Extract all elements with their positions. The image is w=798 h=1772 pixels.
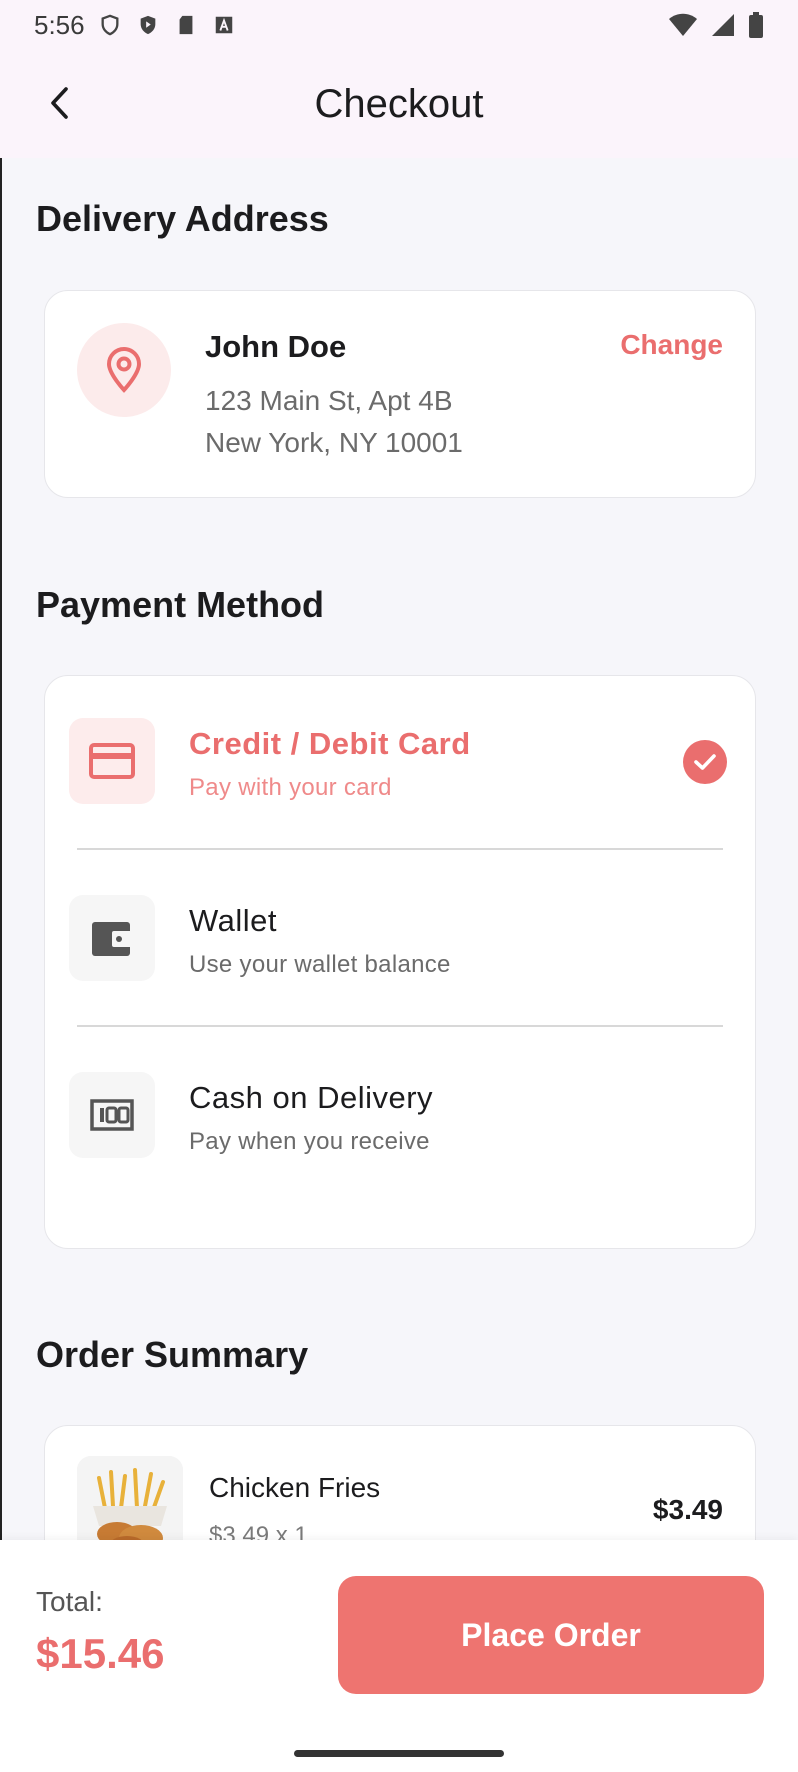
app-bar: Checkout [0, 50, 798, 158]
payment-option-card[interactable]: Credit / Debit Card Pay with your card [69, 698, 731, 818]
payment-option-cash[interactable]: Cash on Delivery Pay when you receive [69, 1052, 731, 1172]
signal-icon [712, 14, 734, 36]
selected-check-icon [683, 740, 727, 784]
payment-option-subtitle: Use your wallet balance [189, 951, 451, 978]
location-pin-icon [77, 323, 171, 417]
checkout-bottom-bar: Total: $15.46 Place Order [0, 1540, 798, 1772]
address-line-2: New York, NY 10001 [205, 427, 463, 458]
battery-icon [749, 12, 763, 38]
payment-option-subtitle: Pay with your card [189, 774, 392, 801]
recipient-name: John Doe [205, 329, 347, 364]
cash-icon [69, 1072, 155, 1158]
payment-option-subtitle: Pay when you receive [189, 1128, 430, 1155]
payment-method-title: Payment Method [36, 584, 325, 625]
wallet-icon [69, 895, 155, 981]
address-line-1: 123 Main St, Apt 4B [205, 385, 453, 416]
payment-option-title: Cash on Delivery [189, 1080, 434, 1115]
payment-option-title: Credit / Debit Card [189, 726, 471, 761]
change-address-button[interactable]: Change [620, 329, 723, 361]
font-icon [215, 16, 232, 34]
shield-icon [101, 14, 119, 36]
total-label: Total: [36, 1586, 103, 1617]
delivery-address-card: John Doe 123 Main St, Apt 4B New York, N… [44, 290, 756, 498]
home-indicator[interactable] [294, 1750, 504, 1757]
delivery-address-title: Delivery Address [36, 198, 329, 239]
page-title: Checkout [314, 81, 484, 126]
status-time: 5:56 [34, 9, 85, 40]
credit-card-icon [69, 718, 155, 804]
total-value: $15.46 [36, 1630, 165, 1677]
back-button[interactable] [36, 78, 86, 128]
order-summary-title: Order Summary [36, 1334, 309, 1375]
payment-option-title: Wallet [189, 903, 277, 938]
checkout-content[interactable]: Delivery Address John Doe 123 Main St, A… [0, 158, 798, 1540]
item-image [77, 1456, 183, 1540]
payment-option-wallet[interactable]: Wallet Use your wallet balance [69, 875, 731, 995]
divider [77, 1025, 723, 1027]
item-quantity: $3.49 x 1 [209, 1522, 308, 1540]
play-protect-icon [140, 15, 155, 35]
sd-card-icon [179, 15, 193, 35]
arrow-back-icon [51, 87, 68, 119]
place-order-button[interactable]: Place Order [338, 1576, 764, 1694]
status-bar: 5:56 [0, 0, 798, 50]
divider [77, 848, 723, 850]
wifi-icon [669, 13, 697, 36]
order-summary-card: Chicken Fries $3.49 x 1 $3.49 [44, 1425, 756, 1540]
payment-methods-card: Credit / Debit Card Pay with your card W… [44, 675, 756, 1249]
item-name: Chicken Fries [209, 1472, 381, 1503]
item-price: $3.49 [652, 1494, 723, 1525]
